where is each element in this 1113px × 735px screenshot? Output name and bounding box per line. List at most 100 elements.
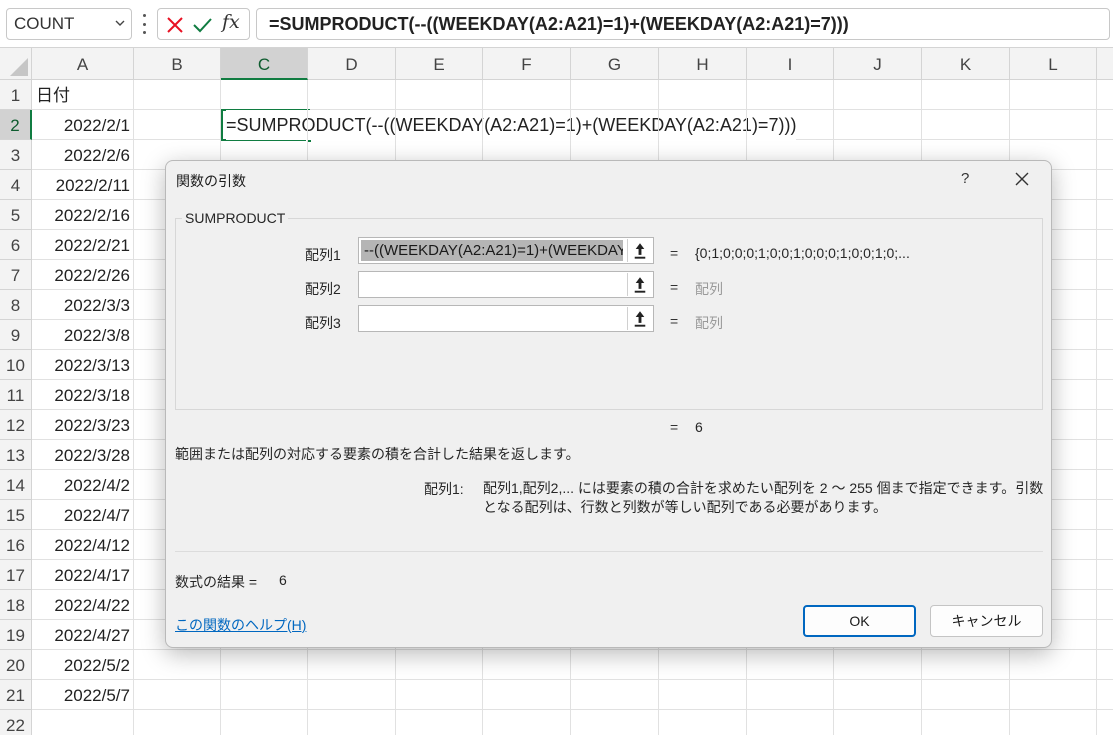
column-header-j[interactable]: J	[834, 48, 922, 79]
cell-a9[interactable]: 2022/3/8	[32, 320, 134, 350]
column-header-h[interactable]: H	[659, 48, 747, 79]
row-header-15[interactable]: 15	[0, 500, 31, 530]
formula-buttons: fx	[157, 8, 250, 40]
row-header-13[interactable]: 13	[0, 440, 31, 470]
name-box[interactable]: COUNT	[6, 8, 132, 40]
row-header-2[interactable]: 2	[0, 110, 32, 140]
row-header-16[interactable]: 16	[0, 530, 31, 560]
row-header-4[interactable]: 4	[0, 170, 31, 200]
column-header-l[interactable]: L	[1010, 48, 1097, 79]
column-header-f[interactable]: F	[483, 48, 571, 79]
collapse-dialog-icon[interactable]	[627, 273, 652, 296]
column-header-a[interactable]: A	[32, 48, 134, 79]
column-header-c[interactable]: C	[221, 48, 308, 80]
function-help-link[interactable]: この関数のヘルプ(H)	[175, 615, 306, 635]
chevron-down-icon[interactable]	[115, 18, 125, 28]
arg3-equals: =	[670, 313, 679, 329]
collapse-dialog-icon[interactable]	[627, 307, 652, 330]
grid-line	[32, 709, 1113, 710]
close-icon[interactable]	[1014, 171, 1030, 187]
row-header-11[interactable]: 11	[0, 380, 31, 410]
cell-a12[interactable]: 2022/3/23	[32, 410, 134, 440]
arg2-input[interactable]	[358, 271, 654, 298]
row-header-3[interactable]: 3	[0, 140, 31, 170]
name-box-value: COUNT	[14, 14, 75, 33]
column-header-b[interactable]: B	[134, 48, 221, 79]
column-header-e[interactable]: E	[396, 48, 483, 79]
arg1-equals: =	[670, 245, 679, 261]
collapse-dialog-icon[interactable]	[627, 239, 652, 262]
column-header-g[interactable]: G	[571, 48, 659, 79]
cell-a11[interactable]: 2022/3/18	[32, 380, 134, 410]
row-header-6[interactable]: 6	[0, 230, 31, 260]
row-header-20[interactable]: 20	[0, 650, 31, 680]
cell-a18[interactable]: 2022/4/22	[32, 590, 134, 620]
formula-result-label: 数式の結果 =	[175, 574, 258, 590]
row-header-8[interactable]: 8	[0, 290, 31, 320]
overall-result: 6	[695, 419, 703, 435]
row-header-18[interactable]: 18	[0, 590, 31, 620]
cell-a10[interactable]: 2022/3/13	[32, 350, 134, 380]
row-header-10[interactable]: 10	[0, 350, 31, 380]
dialog-title: 関数の引数	[176, 173, 246, 189]
cancel-button[interactable]: キャンセル	[930, 605, 1043, 637]
row-header-17[interactable]: 17	[0, 560, 31, 590]
cell-c2-formula[interactable]: =SUMPRODUCT(--((WEEKDAY(A2:A21)=1)+(WEEK…	[226, 110, 797, 140]
row-header-5[interactable]: 5	[0, 200, 31, 230]
arg3-value	[361, 308, 367, 329]
formula-input[interactable]: =SUMPRODUCT(--((WEEKDAY(A2:A21)=1)+(WEEK…	[256, 8, 1110, 40]
insert-function-icon[interactable]: fx	[222, 11, 240, 33]
formula-bar: COUNT fx =SUMPRODUCT(--((WEEKDAY(A2:A21)…	[0, 0, 1113, 48]
row-header-19[interactable]: 19	[0, 620, 31, 650]
arg-description: 配列1,配列2,... には要素の積の合計を求めたい配列を 2 〜 255 個ま…	[483, 480, 1044, 515]
arg2-result: 配列	[695, 281, 723, 297]
help-button[interactable]: ?	[961, 170, 969, 187]
ok-button[interactable]: OK	[803, 605, 916, 637]
arg1-label: 配列1	[305, 247, 341, 263]
arg1-input[interactable]: --((WEEKDAY(A2:A21)=1)+(WEEKDAY(A2:A21)=…	[358, 237, 654, 264]
row-header-9[interactable]: 9	[0, 320, 31, 350]
row-header-21[interactable]: 21	[0, 680, 31, 710]
cell-a19[interactable]: 2022/4/27	[32, 620, 134, 650]
grid-line	[32, 649, 1113, 650]
row-header-12[interactable]: 12	[0, 410, 31, 440]
cell-a20[interactable]: 2022/5/2	[32, 650, 134, 680]
cell-a2[interactable]: 2022/2/1	[32, 110, 134, 140]
cell-a7[interactable]: 2022/2/26	[32, 260, 134, 290]
arg3-label: 配列3	[305, 315, 341, 331]
grid-line	[32, 679, 1113, 680]
cell-a6[interactable]: 2022/2/21	[32, 230, 134, 260]
function-arguments-dialog: 関数の引数 ? SUMPRODUCT 配列1 --((WEEKDAY(A2:A2…	[165, 160, 1052, 648]
function-description: 範囲または配列の対応する要素の積を合計した結果を返します。	[175, 446, 580, 462]
row-header-7[interactable]: 7	[0, 260, 31, 290]
column-header-d[interactable]: D	[308, 48, 396, 79]
cell-a15[interactable]: 2022/4/7	[32, 500, 134, 530]
cell-a16[interactable]: 2022/4/12	[32, 530, 134, 560]
cancel-x-icon[interactable]	[165, 15, 185, 35]
row-header-14[interactable]: 14	[0, 470, 31, 500]
column-header-k[interactable]: K	[922, 48, 1010, 79]
column-headers: ABCDEFGHIJKL	[32, 48, 1113, 80]
column-header-i[interactable]: I	[747, 48, 834, 79]
row-header-22[interactable]: 22	[0, 710, 31, 735]
arg-description-label: 配列1:	[424, 481, 464, 497]
select-all-corner[interactable]	[0, 48, 32, 80]
arg2-label: 配列2	[305, 281, 341, 297]
arg3-input[interactable]	[358, 305, 654, 332]
cell-a3[interactable]: 2022/2/6	[32, 140, 134, 170]
arg3-result: 配列	[695, 315, 723, 331]
cell-a5[interactable]: 2022/2/16	[32, 200, 134, 230]
cell-a1[interactable]: 日付	[36, 80, 70, 110]
formula-text: =SUMPRODUCT(--((WEEKDAY(A2:A21)=1)+(WEEK…	[269, 13, 849, 34]
cell-a8[interactable]: 2022/3/3	[32, 290, 134, 320]
arg2-equals: =	[670, 279, 679, 295]
enter-check-icon[interactable]	[192, 15, 212, 35]
cell-a17[interactable]: 2022/4/17	[32, 560, 134, 590]
arg1-value: --((WEEKDAY(A2:A21)=1)+(WEEKDAY(A2:A21)=…	[361, 240, 623, 261]
cell-a13[interactable]: 2022/3/28	[32, 440, 134, 470]
cell-a21[interactable]: 2022/5/7	[32, 680, 134, 710]
cell-a4[interactable]: 2022/2/11	[32, 170, 134, 200]
cell-a14[interactable]: 2022/4/2	[32, 470, 134, 500]
row-header-1[interactable]: 1	[0, 80, 31, 110]
more-options-icon[interactable]	[141, 14, 147, 34]
